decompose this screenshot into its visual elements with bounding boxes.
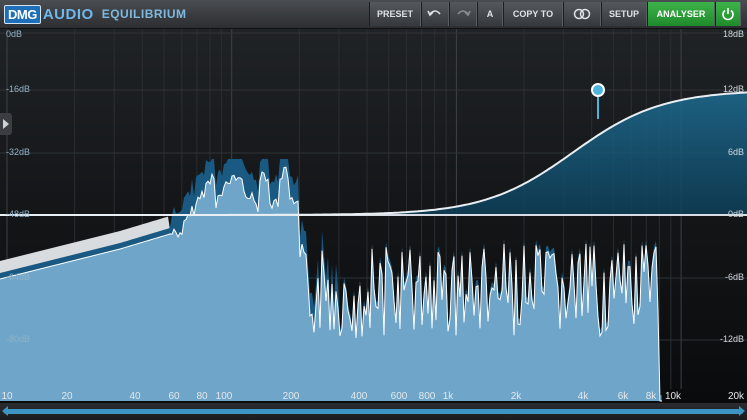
freq-label: 1k — [442, 391, 454, 402]
freq-label: 4k — [577, 391, 589, 402]
dmg-audio-logo: DMG AUDIO — [4, 0, 94, 28]
freq-label: 20 — [61, 391, 73, 402]
freq-label: 200 — [282, 391, 300, 402]
freq-label: 10 — [1, 391, 13, 402]
preset-button[interactable]: PRESET — [369, 2, 421, 26]
left-db-label: 0dB — [6, 29, 23, 39]
power-button[interactable] — [715, 2, 741, 26]
right-db-label: -6dB — [724, 272, 744, 282]
right-db-label: 12dB — [722, 84, 744, 94]
freq-label: 2k — [510, 391, 522, 402]
freq-label: 8k — [645, 391, 657, 402]
ab-compare-button[interactable]: A — [477, 2, 503, 26]
bottom-scrollbar[interactable] — [0, 403, 747, 420]
product-name: EQUILIBRIUM — [101, 7, 187, 21]
freq-label: 100 — [215, 391, 233, 402]
analyser-button[interactable]: ANALYSER — [647, 2, 715, 26]
link-rings-icon — [573, 8, 591, 20]
freq-label: 400 — [350, 391, 368, 402]
setup-button[interactable]: SETUP — [601, 2, 647, 26]
eq-graph[interactable]: 0dB -16dB -32dB -48dB -64dB -80dB 18dB 1… — [0, 29, 747, 403]
left-db-label: -48dB — [6, 209, 31, 219]
logo-dmg: DMG — [4, 4, 41, 24]
left-db-label: -80dB — [6, 334, 31, 344]
equilibrium-window: DMG AUDIO EQUILIBRIUM PRESET A COPY TO S… — [0, 0, 747, 420]
power-icon — [722, 8, 734, 21]
left-db-label: -64dB — [6, 272, 31, 282]
redo-icon — [457, 10, 471, 17]
right-db-label: 0dB — [727, 209, 744, 219]
freq-label: 60 — [168, 391, 180, 402]
left-db-label: -32dB — [6, 147, 31, 157]
scroll-right-icon[interactable] — [739, 406, 745, 416]
right-db-label: 18dB — [722, 29, 744, 39]
right-db-label: -12dB — [719, 334, 744, 344]
freq-label: 10k — [664, 391, 682, 402]
redo-button[interactable] — [449, 2, 477, 26]
toolbar: DMG AUDIO EQUILIBRIUM PRESET A COPY TO S… — [0, 0, 747, 29]
band-panel-expand-button[interactable] — [0, 113, 12, 135]
right-db-label: 6dB — [727, 147, 744, 157]
undo-button[interactable] — [421, 2, 449, 26]
eq-display[interactable] — [0, 29, 747, 403]
copy-to-button[interactable]: COPY TO — [503, 2, 563, 26]
scroll-track[interactable] — [4, 409, 743, 414]
band-1-node[interactable] — [591, 83, 605, 97]
freq-label: 600 — [390, 391, 408, 402]
triangle-right-icon — [3, 119, 9, 129]
link-button[interactable] — [563, 2, 601, 26]
logo-audio: AUDIO — [42, 5, 94, 23]
undo-icon — [427, 10, 441, 17]
left-db-label: -16dB — [6, 84, 31, 94]
freq-label: 40 — [129, 391, 141, 402]
freq-label: 6k — [617, 391, 629, 402]
freq-label: 800 — [418, 391, 436, 402]
freq-label: 20k — [727, 391, 745, 402]
freq-label: 80 — [196, 391, 208, 402]
